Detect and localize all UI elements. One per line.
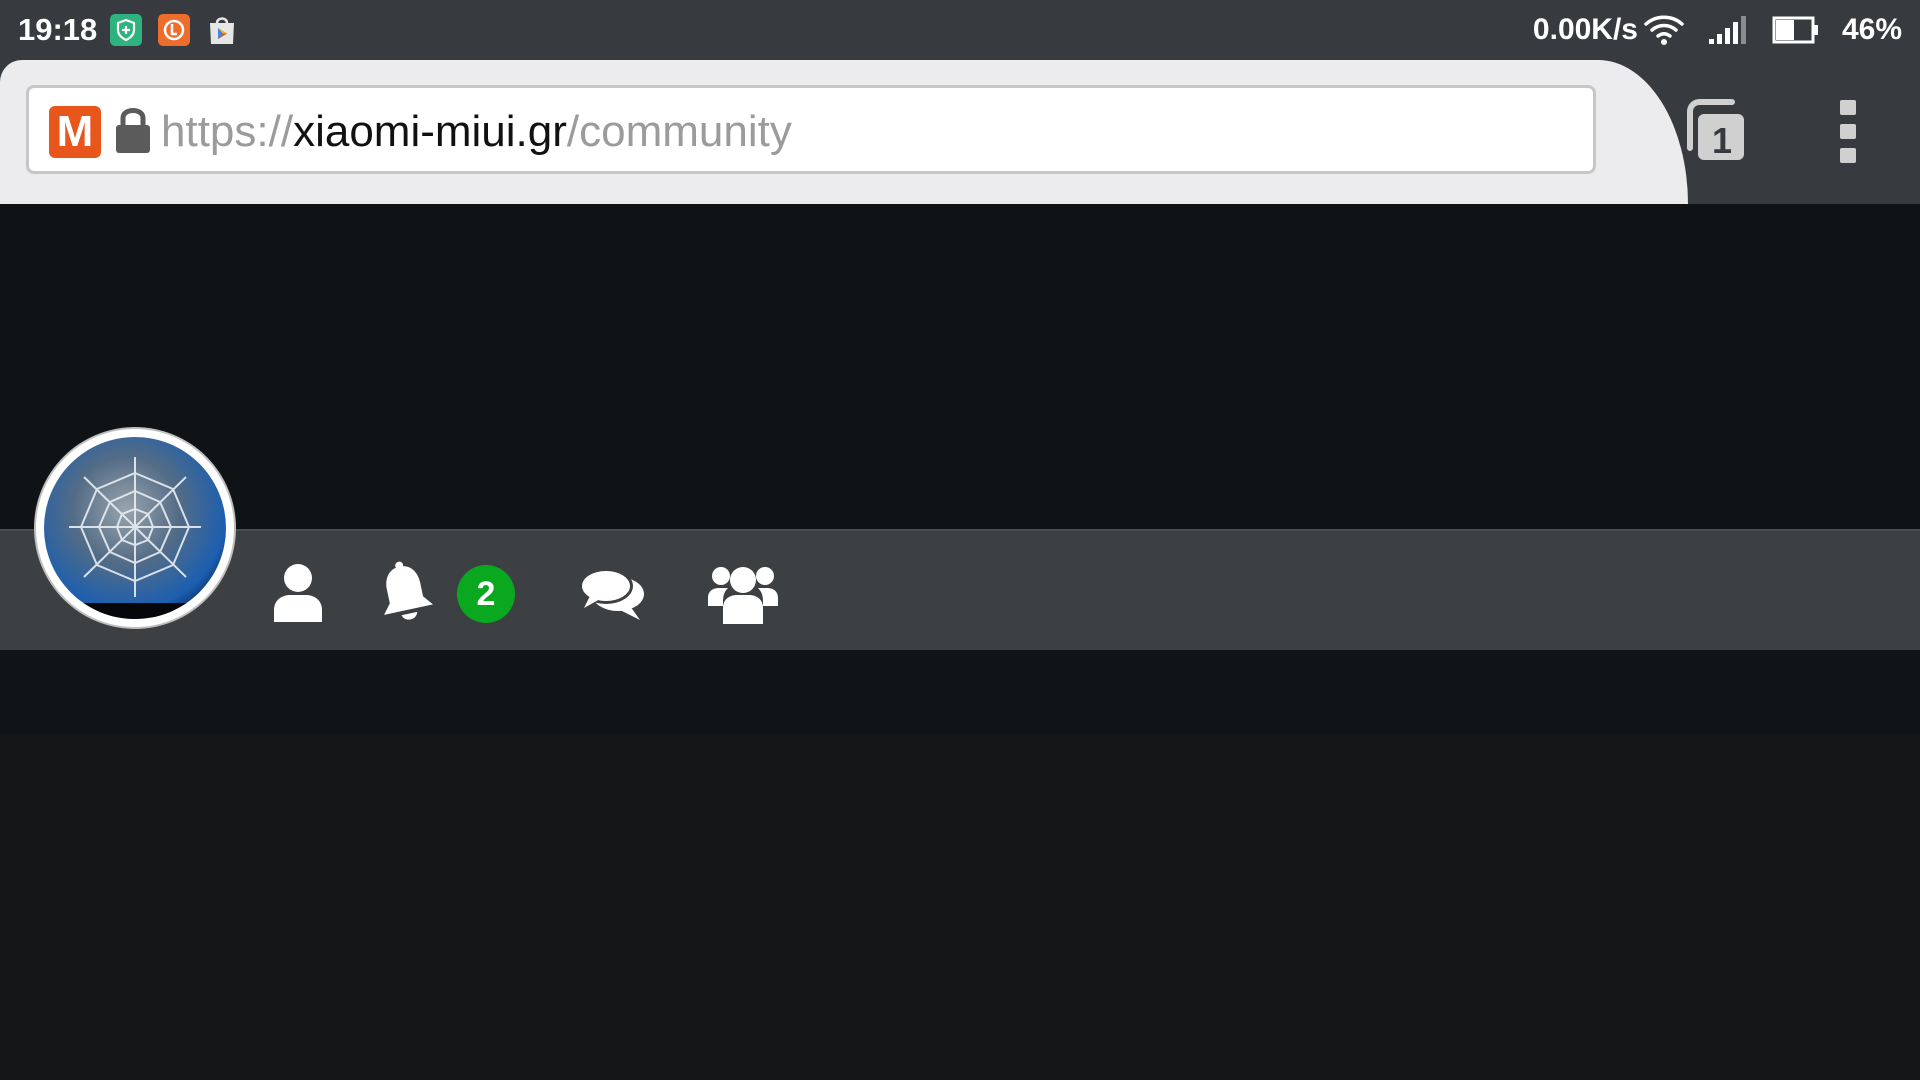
address-bar[interactable]: M https://xiaomi-miui.gr/community [26, 85, 1596, 174]
menu-dot-icon [1840, 100, 1856, 115]
signal-strength-icon [1708, 15, 1748, 50]
url-text[interactable]: https://xiaomi-miui.gr/community [161, 108, 792, 156]
page-content-top [0, 650, 1920, 734]
url-scheme: https:// [161, 107, 294, 156]
avatar-image [44, 437, 226, 619]
site-logo-icon: M [49, 106, 101, 158]
status-time: 19:18 [18, 12, 98, 47]
menu-dot-icon [1840, 148, 1856, 163]
status-bar: 19:18 0.00K/s 46% [0, 0, 1920, 60]
profile-cover-banner [0, 204, 1920, 529]
browser-toolbar: M https://xiaomi-miui.gr/community 1 [0, 60, 1920, 204]
menu-dot-icon [1840, 124, 1856, 139]
groups-icon[interactable] [708, 560, 778, 631]
user-avatar[interactable] [36, 429, 234, 627]
url-path: /community [566, 107, 792, 156]
battery-percent: 46% [1841, 13, 1902, 46]
url-host: xiaomi-miui.gr [293, 107, 567, 156]
url-tab: M https://xiaomi-miui.gr/community [0, 60, 1688, 204]
chat-icon[interactable] [578, 560, 646, 631]
screen: 19:18 0.00K/s 46% M https://xiaomi-miui.… [0, 0, 1920, 1080]
orange-app-notification-icon [158, 14, 190, 46]
tab-count: 1 [1711, 120, 1733, 161]
overflow-menu-button[interactable] [1832, 100, 1862, 164]
bell-icon[interactable] [374, 560, 436, 631]
shield-notification-icon [110, 14, 142, 46]
wifi-icon [1644, 14, 1684, 51]
tab-switcher-button[interactable]: 1 [1682, 98, 1748, 164]
network-speed: 0.00K/s [1532, 13, 1638, 46]
notification-count-badge: 2 [457, 565, 515, 623]
battery-icon [1772, 16, 1820, 49]
play-store-notification-icon [206, 14, 238, 46]
lock-icon [113, 104, 153, 161]
profile-icon[interactable] [270, 560, 326, 631]
